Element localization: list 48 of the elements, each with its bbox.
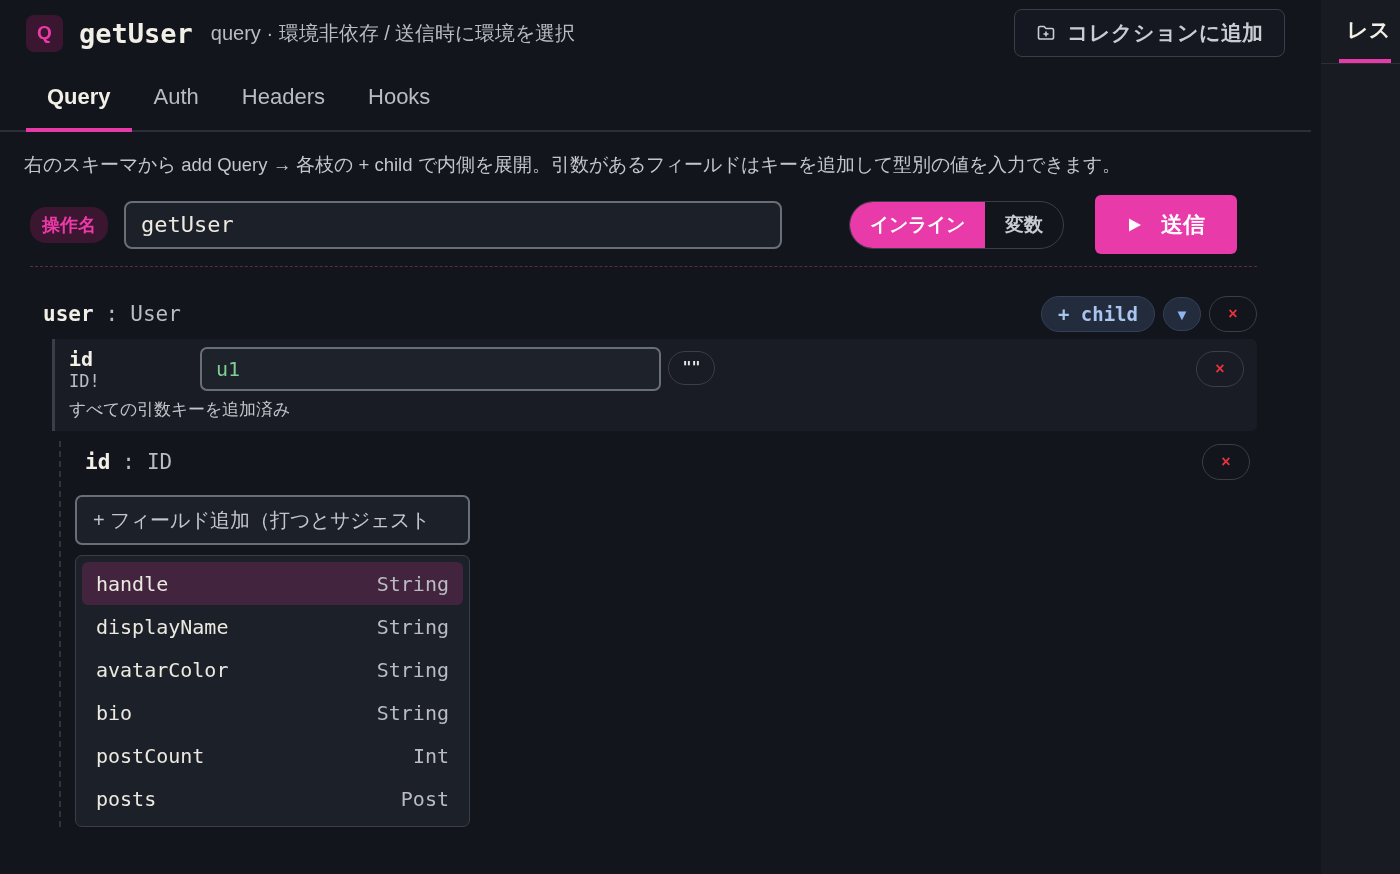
suggestion-item[interactable]: posts Post xyxy=(82,777,463,820)
suggestion-name: postCount xyxy=(96,743,205,768)
suggestion-item[interactable]: postCount Int xyxy=(82,734,463,777)
send-button[interactable]: 送信 xyxy=(1095,195,1237,254)
suggestion-name: posts xyxy=(96,786,157,811)
tab[interactable]: レス xyxy=(1339,0,1391,63)
suggestion-type: String xyxy=(376,571,449,596)
argument-value-field[interactable]: u1 xyxy=(200,347,661,391)
suggestion-type: Int xyxy=(412,743,449,768)
field-type: ID xyxy=(146,450,173,474)
suggestion-item[interactable]: bio String xyxy=(82,691,463,734)
argument-name: id xyxy=(69,347,95,371)
tab[interactable]: Auth xyxy=(132,66,220,132)
add-to-collection-button[interactable]: コレクションに追加 xyxy=(1014,9,1285,57)
operation-subtitle: query · 環境非依存 / 送信時に環境を選択 xyxy=(210,20,576,46)
type-separator: : xyxy=(122,450,135,474)
field-name: id xyxy=(85,450,111,474)
hint-text: 右のスキーマから add Query → 各枝の + child で内側を展開。引数があるフィールドはキーを追加して型別の値を入力できます。 xyxy=(24,153,1122,177)
suggestion-type: String xyxy=(376,614,449,639)
argument-note: すべての引数キーを追加済み xyxy=(69,399,291,420)
collapse-button[interactable]: ▼ xyxy=(1163,297,1201,331)
tab[interactable]: Hooks xyxy=(347,66,452,132)
suggestion-type: Post xyxy=(400,786,449,811)
suggestion-type: String xyxy=(376,657,449,682)
operation-name-label: 操作名 xyxy=(30,206,108,243)
suggestion-item[interactable]: handle String xyxy=(82,562,463,605)
suggestion-item[interactable]: displayName String xyxy=(82,605,463,648)
type-separator: : xyxy=(105,302,119,326)
field-type: User xyxy=(130,302,181,326)
field-name: user xyxy=(43,302,94,326)
argument-type: ID! xyxy=(69,371,101,391)
play-icon xyxy=(1127,216,1143,233)
suggestion-item[interactable]: avatarColor String xyxy=(82,648,463,691)
add-field-input[interactable]: + フィールド追加（打つとサジェスト xyxy=(75,495,470,545)
suggestion-type: String xyxy=(376,700,449,725)
suggestion-name: handle xyxy=(96,571,169,596)
operation-name-field[interactable]: getUser xyxy=(124,200,782,249)
operation-title: getUser xyxy=(79,17,193,49)
folder-plus-icon xyxy=(1036,25,1055,41)
query-badge: Q xyxy=(26,14,63,52)
tab[interactable]: Headers xyxy=(220,66,346,132)
add-child-button[interactable]: + child xyxy=(1040,296,1155,332)
suggestion-name: bio xyxy=(96,700,133,725)
suggestion-name: avatarColor xyxy=(96,657,229,682)
tab[interactable]: Query xyxy=(26,66,132,132)
suggestion-name: displayName xyxy=(96,614,229,639)
mode-toggle[interactable]: インライン xyxy=(850,201,985,248)
mode-toggle[interactable]: 変数 xyxy=(985,201,1063,248)
